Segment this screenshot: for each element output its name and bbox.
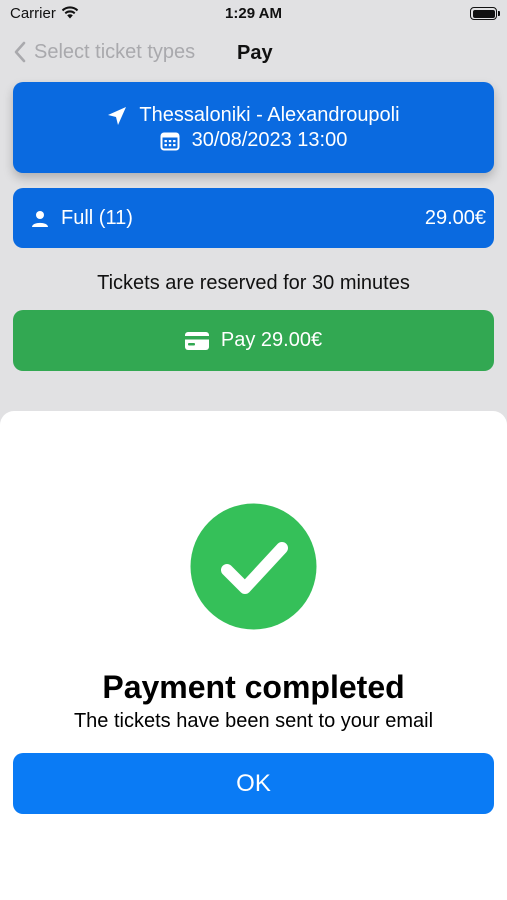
payment-complete-subtitle: The tickets have been sent to your email (73, 710, 434, 732)
location-arrow-icon (108, 106, 127, 125)
pay-button-label: Pay 29.00€ (220, 329, 323, 351)
ticket-type: Full (11) (31, 207, 133, 230)
ticket-type-row: Full (11) 29.00€ (13, 188, 494, 248)
battery-icon (470, 7, 500, 20)
route-card: Thessaloniki - Alexandroupoli 30/08/2023… (13, 82, 494, 173)
payment-complete-sheet: Payment completed The tickets have been … (0, 411, 507, 900)
payment-complete-title: Payment completed (102, 669, 405, 705)
pay-button[interactable]: Pay 29.00€ (13, 310, 494, 371)
datetime-row: 30/08/2023 13:00 (13, 129, 494, 152)
checkmark-circle-icon (190, 503, 317, 630)
page-title: Pay (237, 42, 273, 64)
back-button-label: Select ticket types (34, 40, 196, 63)
back-button[interactable]: Select ticket types (14, 38, 195, 66)
route-datetime: 30/08/2023 13:00 (191, 129, 348, 151)
ticket-type-label: Full (11) (61, 207, 133, 229)
route-name: Thessaloniki - Alexandroupoli (139, 104, 400, 126)
navigation-bar: Select ticket types Pay (0, 30, 507, 74)
ticket-price: 29.00€ (424, 207, 486, 229)
credit-card-icon (184, 331, 209, 350)
route-row: Thessaloniki - Alexandroupoli (13, 104, 494, 127)
status-bar: Carrier 1:29 AM (0, 0, 507, 28)
status-time: 1:29 AM (225, 5, 282, 22)
calendar-icon (160, 132, 180, 150)
chevron-left-icon (14, 41, 26, 63)
ok-button[interactable]: OK (13, 753, 494, 814)
person-icon (32, 210, 48, 227)
reservation-note: Tickets are reserved for 30 minutes (97, 272, 410, 294)
